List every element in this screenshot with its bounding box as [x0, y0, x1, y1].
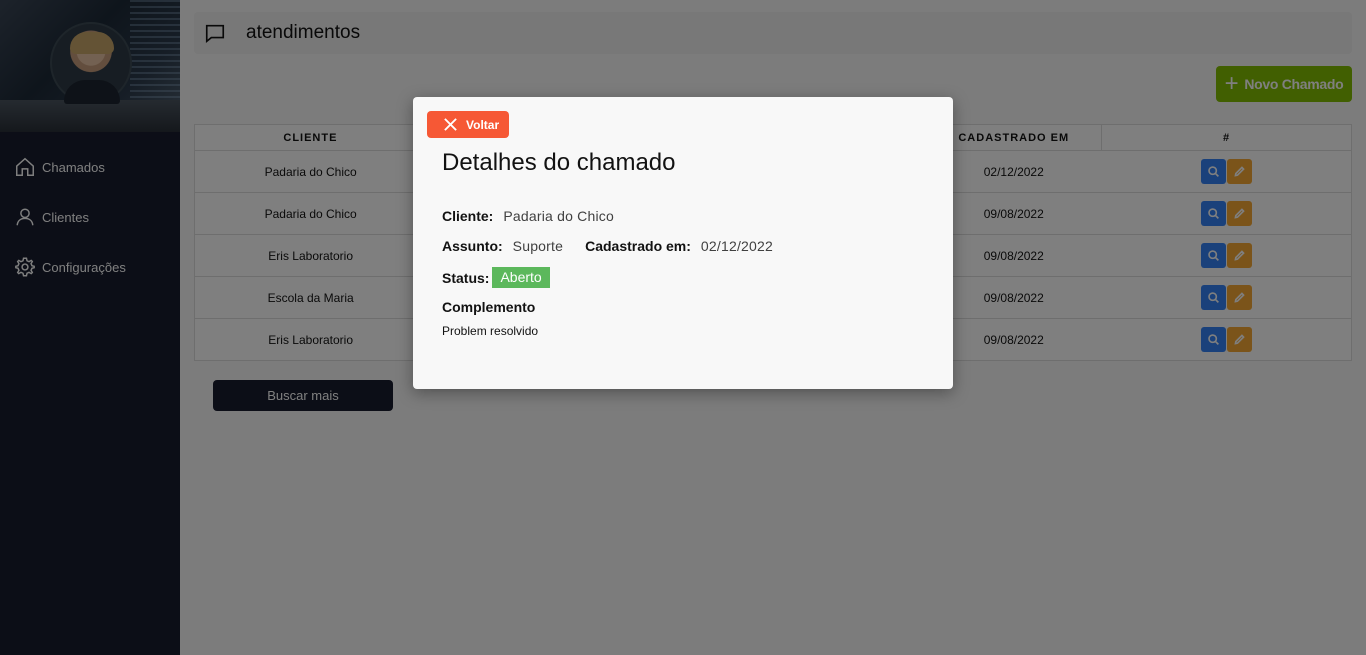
close-button[interactable]: Voltar — [427, 111, 509, 138]
modal-title: Detalhes do chamado — [442, 149, 676, 176]
close-label: Voltar — [466, 117, 500, 132]
close-icon — [444, 118, 457, 131]
subject-value: Suporte — [512, 238, 564, 254]
status-label: Status: — [442, 269, 490, 286]
client-label: Cliente: — [442, 208, 494, 224]
client-value: Padaria do Chico — [503, 208, 614, 224]
created-value: 02/12/2022 — [700, 238, 773, 254]
complement-text: Problem resolvido — [442, 324, 539, 338]
subject-label: Assunto: — [442, 238, 503, 254]
detail-status: Status: Aberto — [442, 267, 550, 288]
ticket-details-modal: Voltar Detalhes do chamado Cliente: Pada… — [413, 97, 953, 389]
status-badge: Aberto — [492, 267, 550, 288]
created-label: Cadastrado em: — [585, 238, 691, 254]
detail-subject: Assunto: Suporte Cadastrado em: 02/12/20… — [442, 238, 773, 254]
detail-client: Cliente: Padaria do Chico — [442, 208, 614, 224]
complement-label: Complemento — [442, 299, 536, 315]
